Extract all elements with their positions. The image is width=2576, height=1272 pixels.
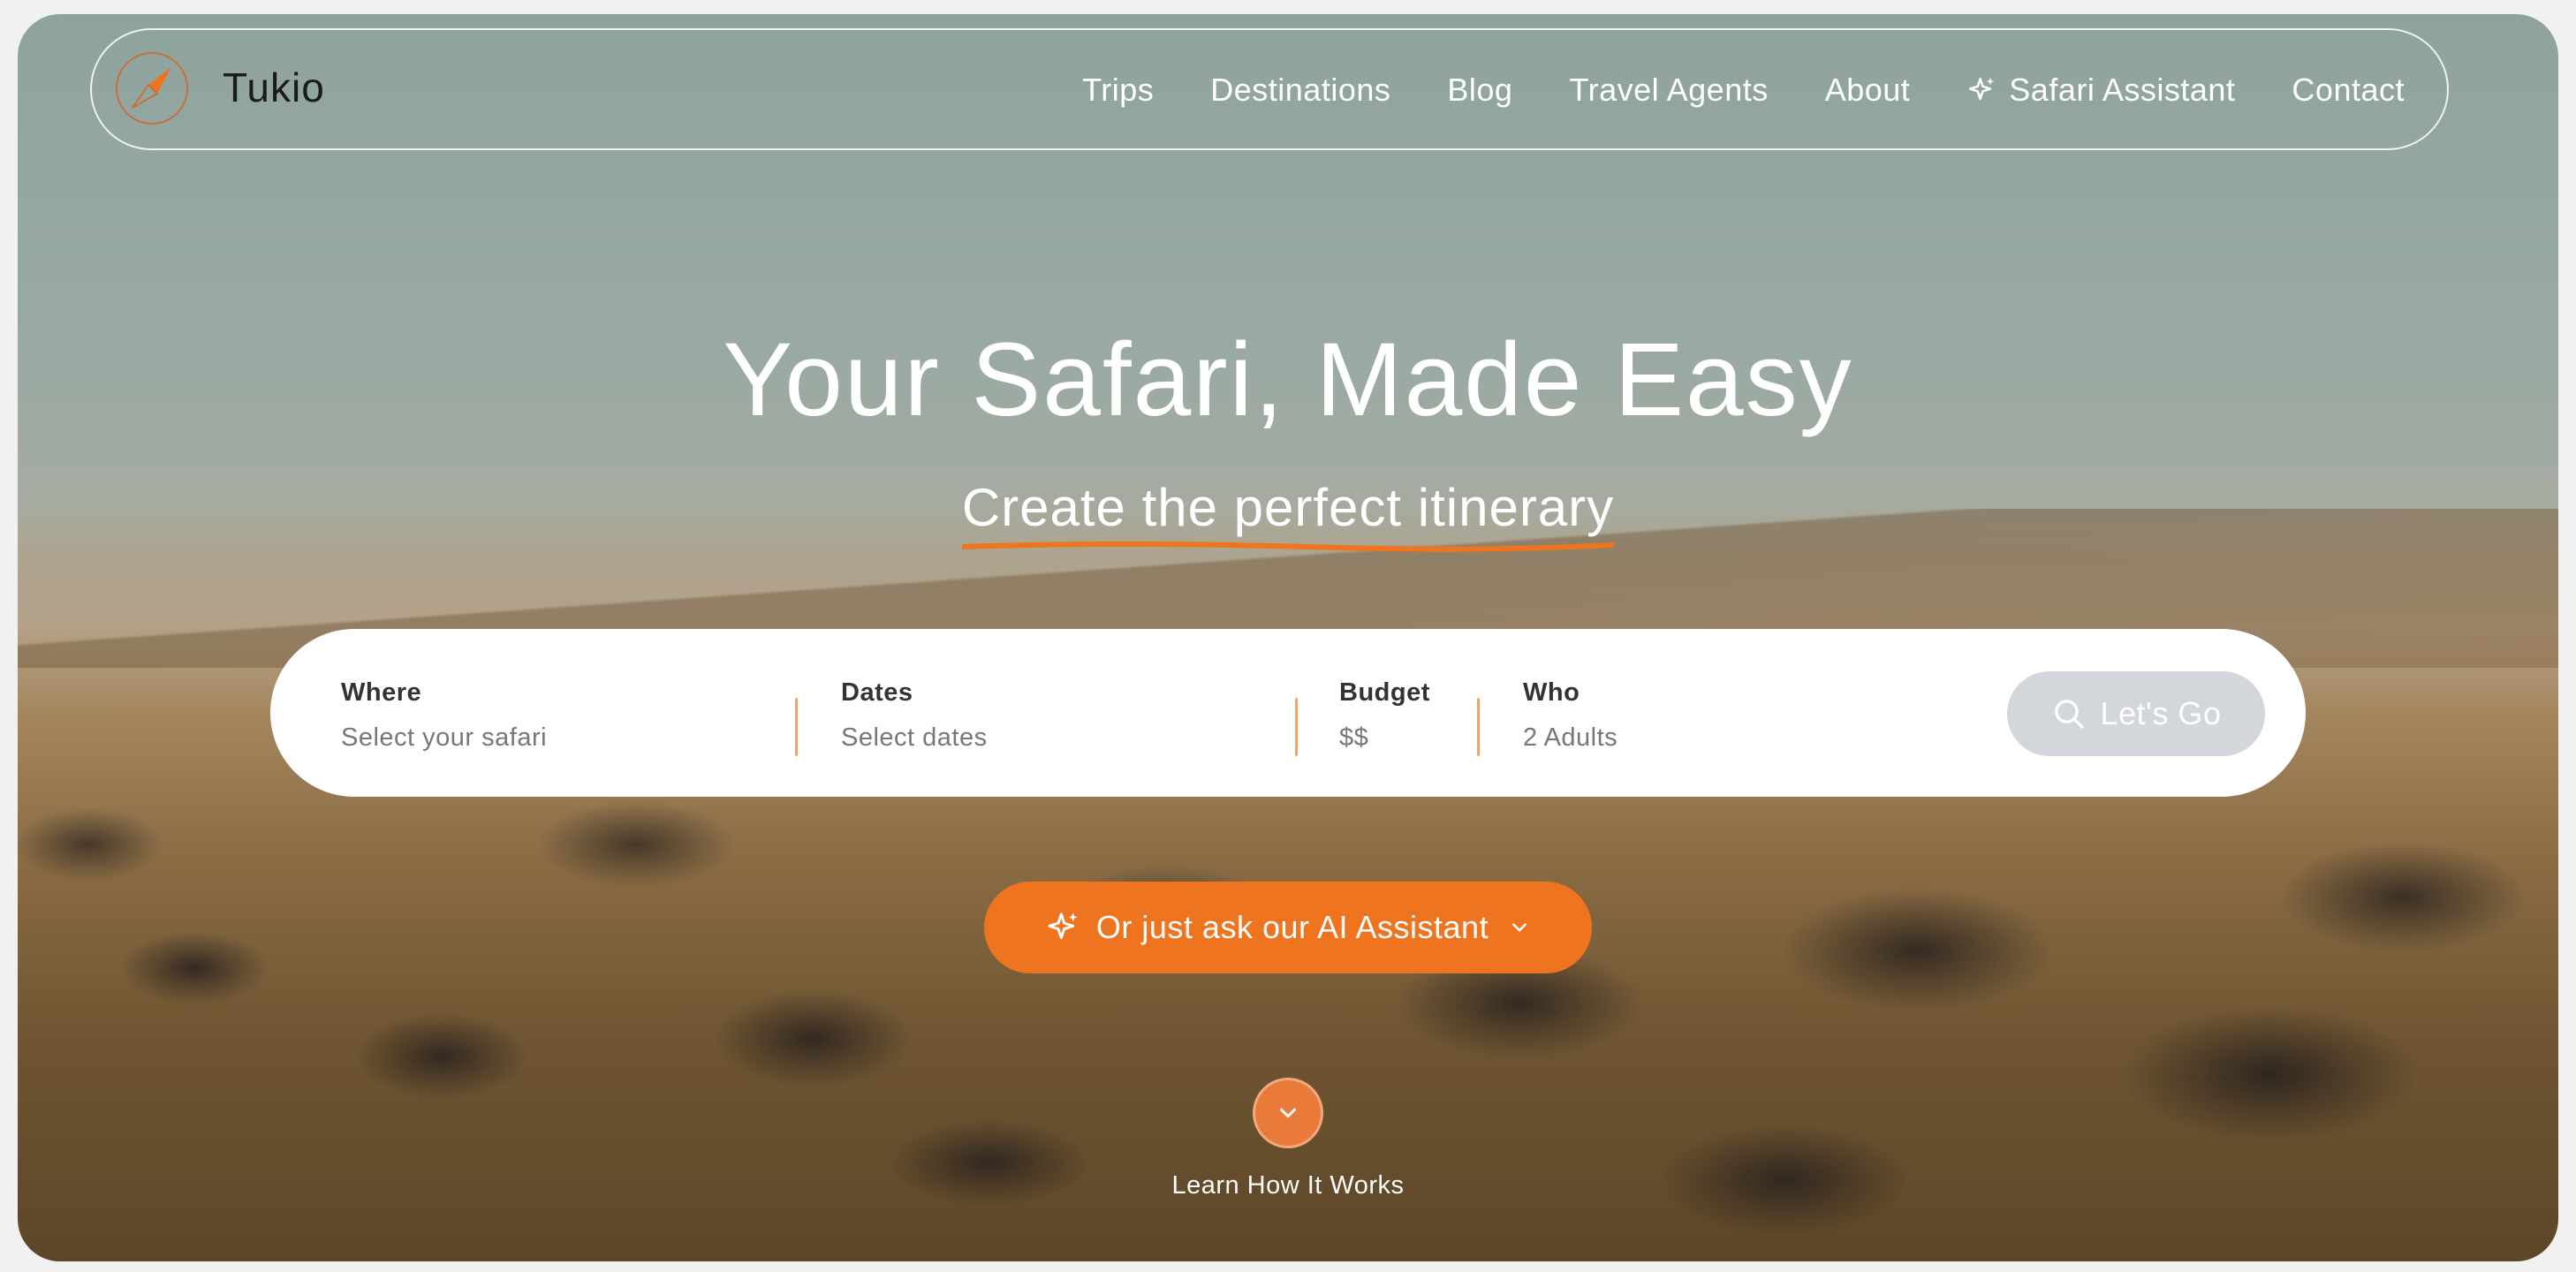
nav-item-contact[interactable]: Contact bbox=[2292, 72, 2405, 109]
hero-title: Your Safari, Made Easy bbox=[723, 322, 1853, 438]
nav-item-label: Trips bbox=[1082, 72, 1155, 108]
lets-go-label: Let's Go bbox=[2100, 695, 2222, 731]
hero-subtitle-wrap: Create the perfect itinerary bbox=[0, 477, 2576, 552]
nav-item-label: Blog bbox=[1447, 72, 1513, 108]
nav-item-travel-agents[interactable]: Travel Agents bbox=[1569, 72, 1768, 109]
learn-more-button[interactable] bbox=[1253, 1078, 1323, 1148]
search-icon bbox=[2054, 700, 2084, 729]
nav-item-about[interactable]: About bbox=[1825, 72, 1911, 109]
nav-links: Trips Destinations Blog Travel Agents Ab… bbox=[1026, 65, 2405, 115]
budget-field[interactable]: Budget $$ bbox=[1339, 678, 1430, 753]
ai-assistant-button[interactable]: Or just ask our AI Assistant bbox=[984, 882, 1592, 973]
compass-logo-icon[interactable] bbox=[113, 49, 191, 127]
who-field[interactable]: Who 2 Adults bbox=[1523, 678, 1618, 753]
search-bar: Where Select your safari Dates Select da… bbox=[270, 629, 2306, 797]
nav-item-trips[interactable]: Trips bbox=[1082, 72, 1154, 109]
who-value[interactable]: 2 Adults bbox=[1523, 723, 1618, 753]
field-divider bbox=[1477, 698, 1480, 756]
sparkle-icon bbox=[1969, 77, 1995, 101]
nav-item-label: Destinations bbox=[1210, 72, 1391, 108]
top-navigation: Tukio Trips Destinations Blog Travel Age… bbox=[90, 28, 2449, 150]
dates-field[interactable]: Dates Select dates bbox=[841, 678, 988, 753]
nav-item-label: About bbox=[1824, 72, 1911, 108]
nav-item-label: Safari Assistant bbox=[2009, 72, 2236, 108]
dates-value[interactable]: Select dates bbox=[841, 723, 988, 753]
underline-decoration bbox=[961, 541, 1615, 552]
hero-subtitle: Create the perfect itinerary bbox=[961, 477, 1615, 552]
field-divider bbox=[1295, 698, 1298, 756]
where-field[interactable]: Where Select your safari bbox=[341, 678, 547, 753]
nav-item-blog[interactable]: Blog bbox=[1447, 72, 1512, 109]
nav-item-label: Contact bbox=[2292, 72, 2405, 108]
hero-subtitle-text: Create the perfect itinerary bbox=[961, 478, 1615, 537]
where-value[interactable]: Select your safari bbox=[341, 723, 547, 753]
chevron-down-icon bbox=[1280, 1108, 1296, 1118]
field-divider bbox=[795, 698, 798, 756]
ai-assistant-label: Or just ask our AI Assistant bbox=[1095, 909, 1489, 945]
nav-item-safari-assistant[interactable]: Safari Assistant bbox=[1966, 72, 2235, 109]
sparkle-icon bbox=[1048, 912, 1078, 940]
brand-name[interactable]: Tukio bbox=[223, 64, 325, 111]
chevron-down-icon bbox=[1512, 923, 1527, 932]
nav-item-destinations[interactable]: Destinations bbox=[1210, 72, 1390, 109]
learn-how-it-works-link[interactable]: Learn How It Works bbox=[0, 1171, 2576, 1200]
nav-item-label: Travel Agents bbox=[1569, 72, 1769, 108]
lets-go-button[interactable]: Let's Go bbox=[2007, 671, 2265, 756]
who-label: Who bbox=[1523, 678, 1580, 707]
where-label: Where bbox=[341, 678, 422, 707]
budget-label: Budget bbox=[1339, 678, 1430, 707]
budget-value[interactable]: $$ bbox=[1339, 723, 1430, 753]
dates-label: Dates bbox=[841, 678, 913, 707]
